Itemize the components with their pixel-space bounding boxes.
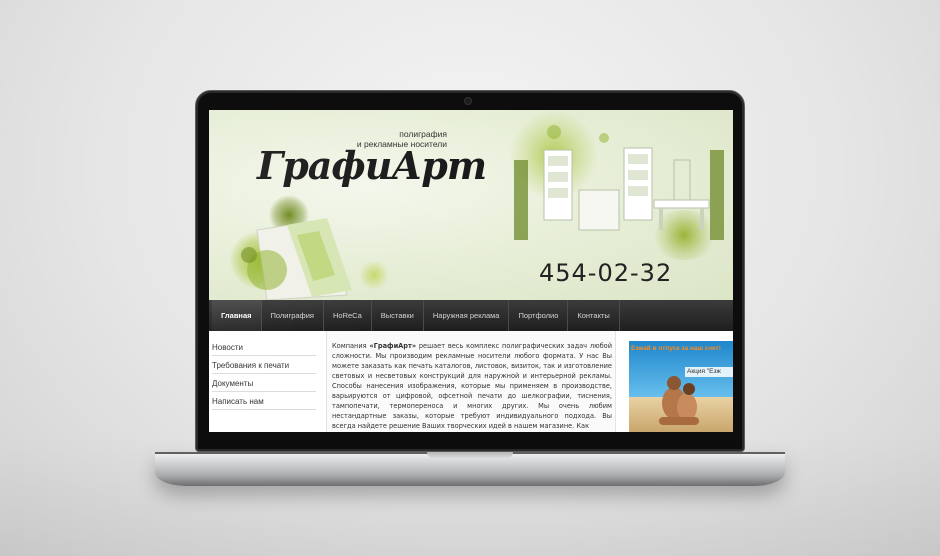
promo-banner[interactable]: Езжай в отпуск за наш счет! Акция "Езж xyxy=(629,341,733,432)
nav-item-exhibitions[interactable]: Выставки xyxy=(372,300,424,331)
laptop-lid: полиграфия и рекламные носители ГрафиАрт… xyxy=(195,90,745,452)
base-notch xyxy=(427,452,513,458)
nav-item-contacts[interactable]: Контакты xyxy=(568,300,620,331)
sidebar-item-news[interactable]: Новости xyxy=(212,339,316,356)
phone-number: 454-02-32 xyxy=(539,259,673,287)
sidebar-item-print-requirements[interactable]: Требования к печати xyxy=(212,357,316,374)
brochure-illustration xyxy=(241,218,352,300)
furniture-illustration xyxy=(514,125,724,240)
main-nav: Главная Полиграфия HoReCa Выставки Наруж… xyxy=(209,300,733,331)
camera-icon xyxy=(464,97,472,105)
site-header: полиграфия и рекламные носители ГрафиАрт… xyxy=(209,110,733,300)
nav-item-portfolio[interactable]: Портфолио xyxy=(509,300,569,331)
nav-item-printing[interactable]: Полиграфия xyxy=(262,300,324,331)
laptop-base xyxy=(155,452,785,486)
nav-item-outdoor[interactable]: Наружная реклама xyxy=(424,300,510,331)
intro-paragraph: Компания «ГрафиАрт» решает весь комплекс… xyxy=(332,341,612,431)
site-logo[interactable]: ГрафиАрт xyxy=(257,138,487,194)
sidebar: Новости Требования к печати Документы На… xyxy=(209,331,317,432)
sidebar-item-write-us[interactable]: Написать нам xyxy=(212,393,316,410)
main-content: Компания «ГрафиАрт» решает весь комплекс… xyxy=(326,331,616,432)
intro-after: решает весь комплекс полиграфических зад… xyxy=(332,342,613,430)
nav-item-home[interactable]: Главная xyxy=(212,300,262,331)
sidebar-item-documents[interactable]: Документы xyxy=(212,375,316,392)
banner-title: Езжай в отпуск за наш счет! xyxy=(631,345,721,352)
brand-name: «ГрафиАрт» xyxy=(369,342,417,350)
nav-item-horeca[interactable]: HoReCa xyxy=(324,300,372,331)
laptop-screen: полиграфия и рекламные носители ГрафиАрт… xyxy=(209,110,733,432)
intro-before: Компания xyxy=(332,342,370,350)
banner-subtitle: Акция "Езж xyxy=(685,367,733,377)
